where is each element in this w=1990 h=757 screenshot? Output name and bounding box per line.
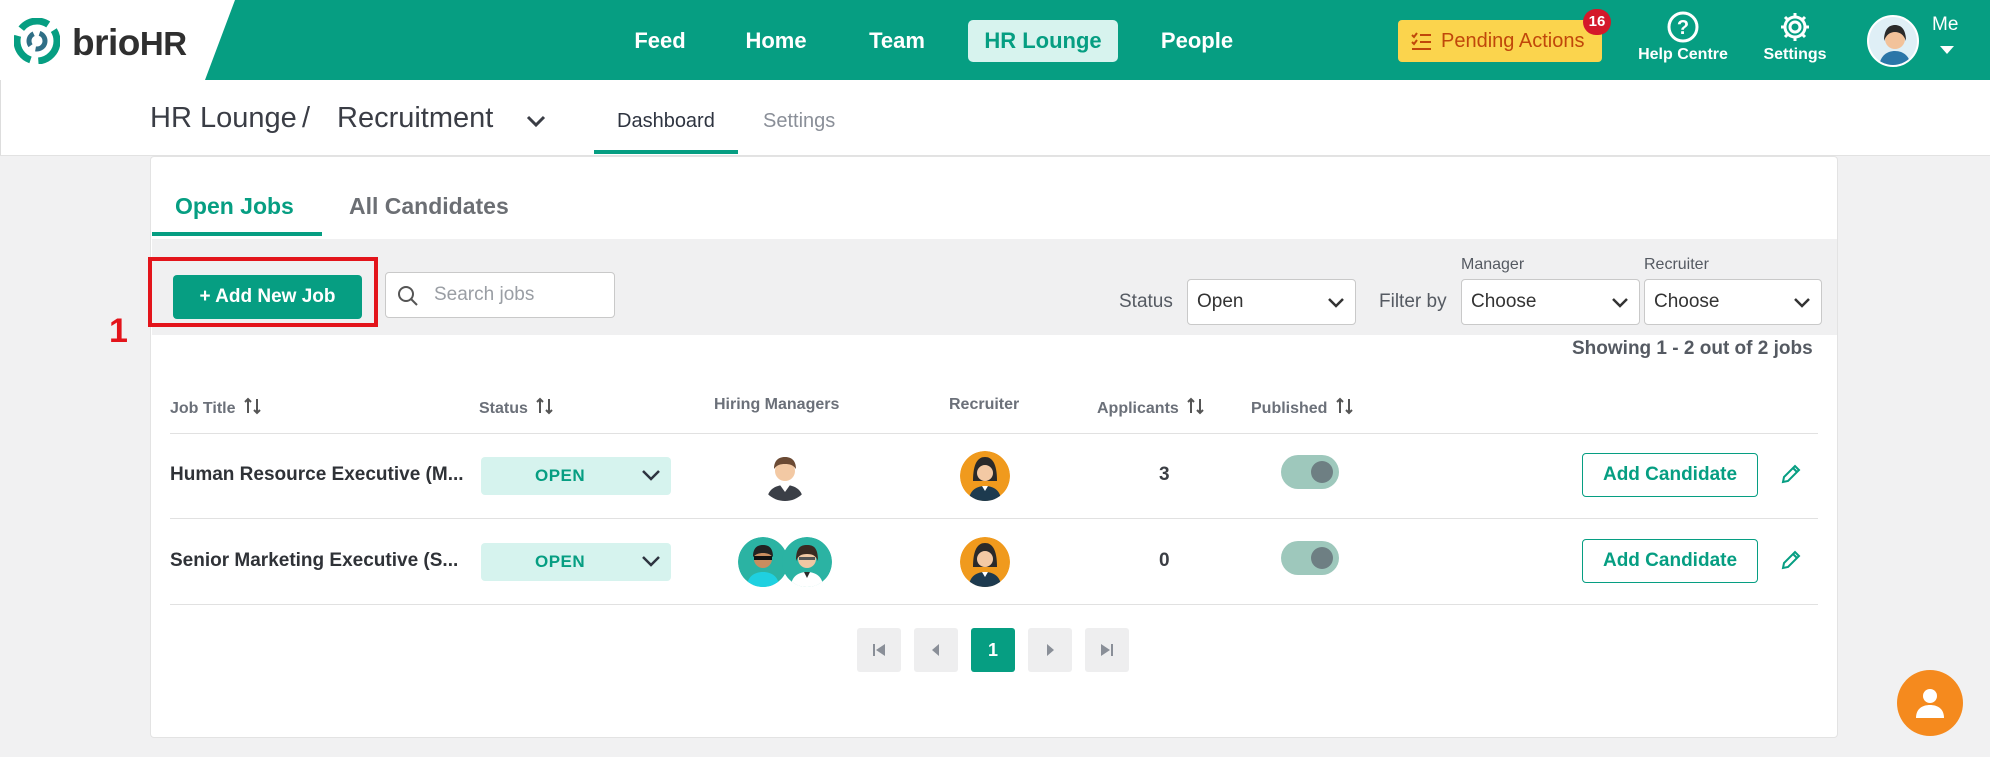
tab-open-jobs[interactable]: Open Jobs — [175, 193, 294, 220]
sort-icon — [536, 397, 554, 415]
search-icon — [398, 286, 418, 306]
profile-label[interactable]: Me — [1932, 14, 1958, 36]
search-input[interactable] — [434, 282, 604, 308]
column-header-recruiter: Recruiter — [949, 396, 1020, 413]
chevron-down-icon — [1794, 298, 1810, 308]
status-select-value: Open — [1197, 291, 1244, 312]
breadcrumb-page[interactable]: Recruitment — [337, 102, 493, 135]
nav-hr-lounge[interactable]: HR Lounge — [968, 20, 1118, 62]
subtab-dashboard[interactable]: Dashboard — [617, 110, 715, 133]
chevron-down-icon — [1612, 298, 1628, 308]
results-count: Showing 1 - 2 out of 2 jobs — [1572, 338, 1813, 359]
applicants-count: 3 — [1159, 464, 1170, 485]
settings-label: Settings — [1763, 46, 1827, 63]
hiring-manager-avatar — [738, 537, 788, 587]
hiring-manager-avatar — [760, 451, 810, 501]
nav-home[interactable]: Home — [736, 20, 816, 62]
status-filter-label: Status — [1119, 291, 1173, 312]
recruiter-filter-label: Recruiter — [1644, 256, 1709, 273]
pending-count-badge: 16 — [1583, 9, 1611, 35]
help-centre-button[interactable]: ? Help Centre — [1628, 10, 1738, 64]
pencil-icon[interactable] — [1779, 462, 1803, 486]
nav-team[interactable]: Team — [858, 20, 936, 62]
manager-select-value: Choose — [1471, 291, 1537, 312]
skip-back-icon — [873, 644, 885, 656]
checklist-icon — [1411, 32, 1431, 50]
published-toggle[interactable] — [1281, 455, 1339, 489]
column-header-job-title[interactable]: Job Title — [170, 396, 263, 418]
table-divider — [170, 433, 1818, 434]
tab-active-indicator — [152, 232, 322, 236]
chevron-down-icon[interactable] — [524, 109, 548, 133]
nav-people[interactable]: People — [1152, 20, 1242, 62]
pending-actions-button[interactable]: Pending Actions — [1398, 20, 1602, 62]
subtab-settings[interactable]: Settings — [763, 110, 835, 133]
column-header-applicants[interactable]: Applicants — [1097, 396, 1206, 418]
search-box[interactable] — [385, 272, 615, 318]
previous-page-button[interactable] — [914, 628, 958, 672]
manager-filter-label: Manager — [1461, 256, 1525, 273]
column-header-hiring-managers: Hiring Managers — [714, 396, 840, 413]
job-title-cell[interactable]: Senior Marketing Executive (S... — [170, 550, 458, 572]
chevron-down-icon — [1328, 298, 1344, 308]
applicants-count: 0 — [1159, 550, 1170, 571]
annotation-step-number: 1 — [109, 312, 128, 350]
add-candidate-button[interactable]: Add Candidate — [1582, 539, 1758, 583]
last-page-button[interactable] — [1085, 628, 1129, 672]
job-title-cell[interactable]: Human Resource Executive (M... — [170, 464, 464, 486]
chevron-down-icon — [642, 556, 660, 567]
user-icon — [1916, 689, 1944, 718]
nav-feed[interactable]: Feed — [622, 20, 698, 62]
table-divider — [170, 604, 1818, 605]
chevron-left-icon — [932, 644, 939, 656]
filter-by-label: Filter by — [1379, 291, 1447, 312]
breadcrumb-separator: / — [302, 102, 311, 134]
page-header — [0, 80, 1990, 156]
recruiter-select-value: Choose — [1654, 291, 1720, 312]
job-status-select[interactable]: OPEN — [481, 543, 671, 581]
skip-forward-icon — [1101, 644, 1113, 656]
recruiter-avatar — [960, 451, 1010, 501]
column-header-published[interactable]: Published — [1251, 396, 1355, 418]
chevron-down-icon — [642, 470, 660, 481]
status-select[interactable]: Open — [1187, 279, 1356, 325]
hiring-manager-avatar — [782, 537, 832, 587]
help-centre-label: Help Centre — [1638, 46, 1728, 63]
profile-avatar[interactable] — [1867, 15, 1919, 67]
svg-text:?: ? — [1677, 17, 1689, 39]
page-number-button[interactable]: 1 — [971, 628, 1015, 672]
user-avatar-icon — [1869, 17, 1917, 65]
column-header-status[interactable]: Status — [479, 396, 555, 418]
recruiter-select[interactable]: Choose — [1644, 279, 1822, 325]
first-page-button[interactable] — [857, 628, 901, 672]
manager-select[interactable]: Choose — [1461, 279, 1640, 325]
support-chat-button[interactable] — [1897, 670, 1963, 736]
table-divider — [170, 518, 1818, 519]
question-circle-icon: ? — [1667, 11, 1699, 43]
pencil-icon[interactable] — [1779, 548, 1803, 572]
tab-all-candidates[interactable]: All Candidates — [349, 193, 509, 220]
pending-actions-label: Pending Actions — [1441, 30, 1585, 52]
brand-name: brioHR — [72, 22, 187, 63]
add-new-job-button[interactable]: + Add New Job — [173, 275, 362, 319]
next-page-button[interactable] — [1028, 628, 1072, 672]
subtab-active-indicator — [594, 150, 738, 154]
gear-icon — [1781, 13, 1809, 41]
breadcrumb-section[interactable]: HR Lounge — [150, 102, 297, 135]
logo[interactable]: brioHR — [0, 0, 235, 80]
top-navbar: brioHR Feed Home Team HR Lounge People P… — [0, 0, 1990, 80]
chevron-right-icon — [1047, 644, 1054, 656]
sort-icon — [244, 397, 261, 415]
job-status-select[interactable]: OPEN — [481, 457, 671, 495]
sort-icon — [1336, 397, 1353, 415]
sort-icon — [1187, 397, 1204, 415]
brio-logo-icon — [14, 18, 60, 64]
profile-caret-icon[interactable] — [1940, 46, 1954, 54]
add-candidate-button[interactable]: Add Candidate — [1582, 453, 1758, 497]
job-status-label: OPEN — [535, 466, 586, 485]
recruiter-avatar — [960, 537, 1010, 587]
job-status-label: OPEN — [535, 552, 586, 571]
published-toggle[interactable] — [1281, 541, 1339, 575]
settings-button[interactable]: Settings — [1748, 10, 1842, 64]
